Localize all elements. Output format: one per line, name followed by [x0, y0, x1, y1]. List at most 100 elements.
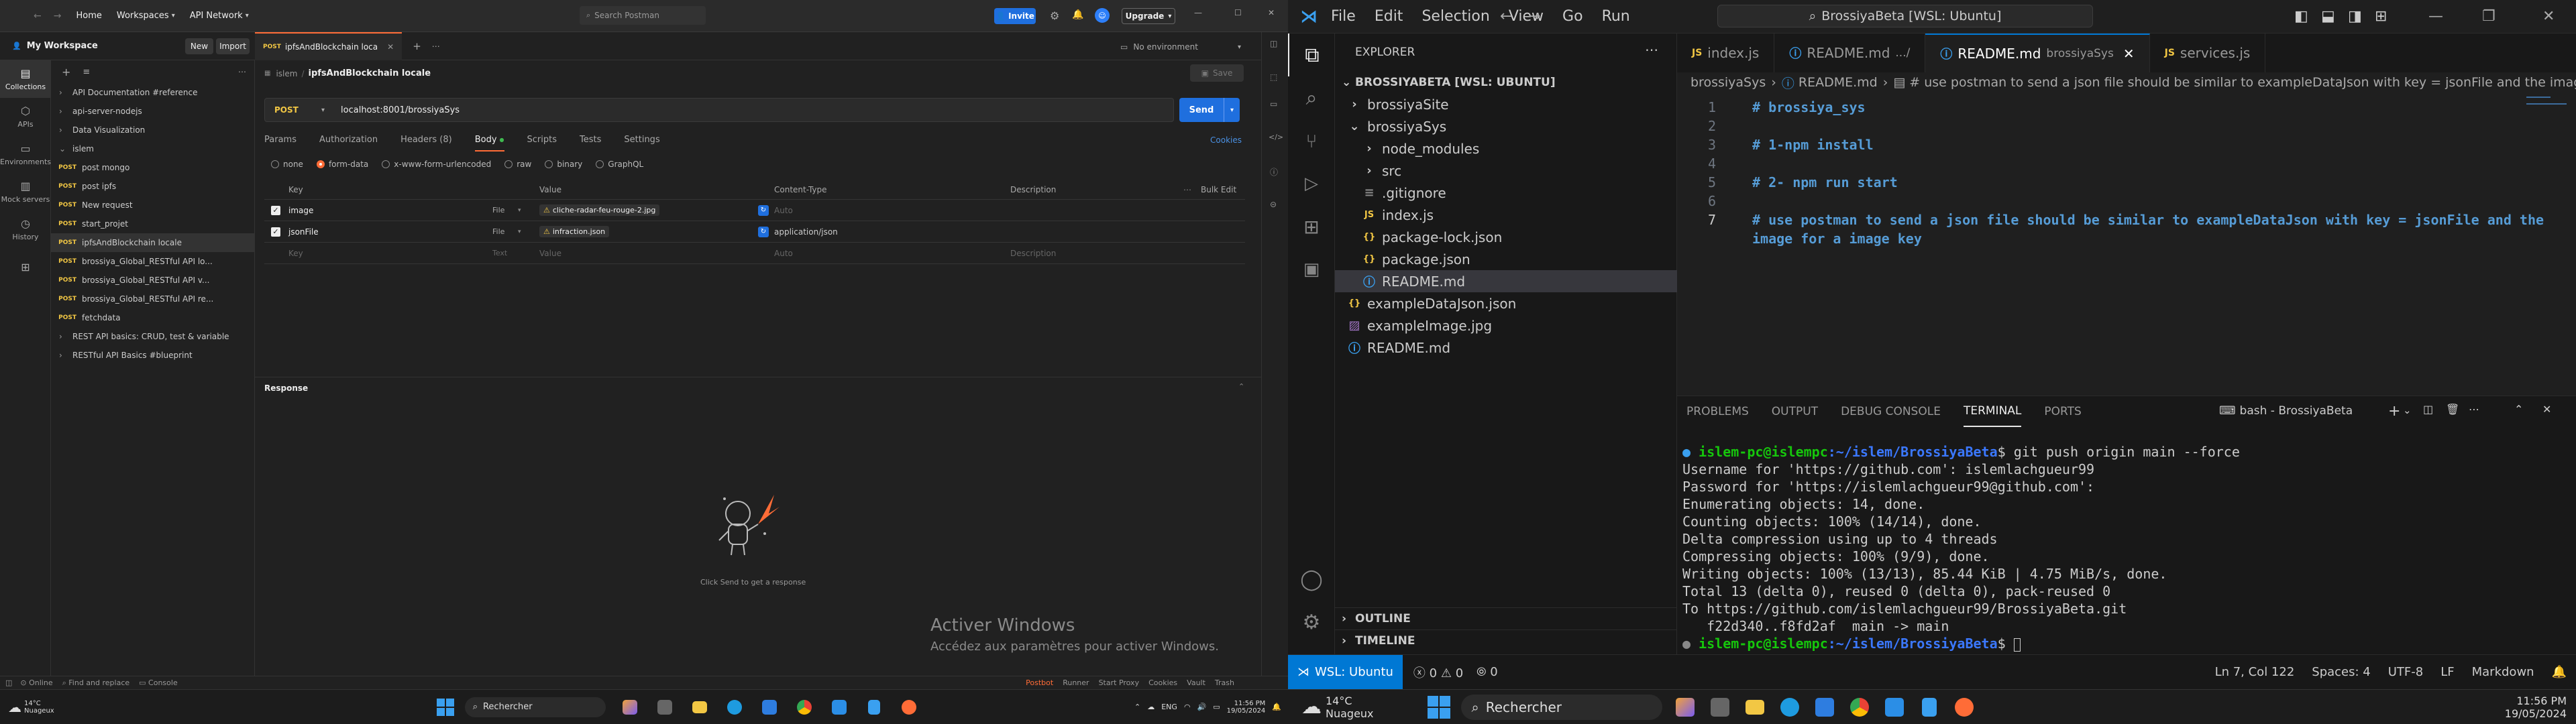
taskbar-app-taskview[interactable]: [650, 692, 680, 722]
collection-item[interactable]: › RESTful API Basics #blueprint: [51, 346, 254, 365]
find-replace[interactable]: ⌕ Find and replace: [62, 678, 130, 688]
request-item[interactable]: POST brossiya_Global_RESTful API lo...: [51, 252, 254, 271]
back-arrow-icon[interactable]: ←: [1500, 8, 1512, 25]
row-key[interactable]: image: [288, 206, 313, 215]
explorer-icon[interactable]: ⧉: [1288, 34, 1335, 76]
status-start-proxy[interactable]: Start Proxy: [1099, 678, 1140, 687]
forward-arrow-icon[interactable]: →: [1528, 8, 1540, 25]
wifi-icon[interactable]: ◠: [1184, 703, 1191, 711]
search-input[interactable]: ⌕ Search Postman: [580, 6, 706, 25]
breadcrumb-parent[interactable]: islem: [276, 69, 297, 78]
minimap[interactable]: [2516, 93, 2569, 133]
taskbar-app-edge[interactable]: [720, 692, 749, 722]
start-button[interactable]: [436, 698, 454, 716]
close-icon[interactable]: ✕: [2123, 46, 2135, 62]
terminal-output[interactable]: ● islem-pc@islempc:~/islem/BrossiyaBeta$…: [1682, 443, 2240, 652]
row-key-placeholder[interactable]: Key: [288, 249, 303, 258]
indentation[interactable]: Spaces: 4: [2312, 665, 2370, 679]
cookies-link[interactable]: Cookies: [1210, 135, 1242, 145]
explorer-item[interactable]: ⌄ brossiyaSys: [1335, 115, 1677, 137]
row-type-select[interactable]: Text: [492, 249, 507, 257]
taskbar-app-store[interactable]: [1810, 692, 1839, 722]
taskbar-app-explorer[interactable]: [1740, 692, 1770, 722]
clock[interactable]: 11:56 PM 19/05/2024: [1227, 700, 1266, 715]
more-icon[interactable]: ⋯: [238, 67, 246, 76]
request-item[interactable]: POST brossiya_Global_RESTful API v...: [51, 271, 254, 290]
tab-headers[interactable]: Headers (8): [400, 127, 452, 152]
new-button[interactable]: New: [185, 38, 213, 54]
invite-button[interactable]: 👤 Invite: [994, 8, 1036, 24]
terminal-selector[interactable]: ⌨ bash - BrossiyaBeta: [2219, 404, 2353, 418]
rail-apis[interactable]: ⬡ APIs: [0, 98, 51, 135]
rail-history[interactable]: ◷ History: [0, 210, 51, 248]
request-item[interactable]: POST New request: [51, 196, 254, 215]
taskbar-app-copilot[interactable]: [1670, 692, 1700, 722]
rail-environments[interactable]: ▭ Environments: [0, 135, 51, 173]
taskbar-app-vscode[interactable]: [1880, 692, 1909, 722]
forward-arrow-icon[interactable]: →: [54, 11, 62, 21]
tab-params[interactable]: Params: [264, 127, 297, 152]
rail-mock-servers[interactable]: ▥ Mock servers: [0, 173, 51, 210]
search-icon[interactable]: ⌕: [1288, 76, 1335, 119]
status-postbot[interactable]: Postbot: [1026, 678, 1053, 687]
panel-tab-terminal[interactable]: TERMINAL: [1963, 396, 2022, 427]
trash-icon[interactable]: 🗑: [2446, 403, 2459, 416]
plus-icon[interactable]: +: [413, 40, 421, 52]
row-checkbox[interactable]: ✓: [271, 205, 280, 215]
minimize-icon[interactable]: —: [1194, 8, 1202, 17]
start-button[interactable]: [1427, 695, 1450, 719]
code-line[interactable]: # use postman to send a json file should…: [1752, 212, 2544, 228]
avatar[interactable]: ☺: [1095, 8, 1110, 23]
outline-section[interactable]: › OUTLINE: [1335, 607, 1677, 629]
row-content-type-placeholder[interactable]: Auto: [774, 249, 793, 258]
row-type-select[interactable]: File: [492, 227, 504, 236]
code-line[interactable]: # 2- npm run start: [1752, 174, 1898, 190]
layout-icon[interactable]: ◫: [5, 678, 12, 687]
bell-icon[interactable]: 🔔: [1072, 9, 1083, 20]
back-arrow-icon[interactable]: ←: [34, 11, 42, 21]
language-indicator[interactable]: ENG: [1161, 703, 1177, 711]
radio-binary[interactable]: binary: [545, 160, 582, 169]
tab-tests[interactable]: Tests: [580, 127, 601, 152]
onedrive-icon[interactable]: ☁: [1147, 703, 1155, 711]
explorer-item[interactable]: {} package.json: [1335, 248, 1677, 270]
remote-explorer-icon[interactable]: ▣: [1288, 248, 1335, 291]
explorer-item[interactable]: {} package-lock.json: [1335, 226, 1677, 248]
volume-icon[interactable]: 🔊: [1197, 703, 1207, 711]
info-icon[interactable]: ⓘ: [1270, 166, 1278, 178]
explorer-item[interactable]: ▨ exampleImage.jpg: [1335, 314, 1677, 337]
code-line[interactable]: # brossiya_sys: [1752, 99, 1866, 115]
filter-icon[interactable]: ≡: [83, 67, 90, 77]
problems-indicator[interactable]: ⓧ 0 ⚠ 0: [1413, 664, 1463, 681]
toggle-panel-icon[interactable]: ⬓: [2321, 8, 2335, 25]
cursor-position[interactable]: Ln 7, Col 122: [2215, 665, 2295, 679]
taskbar-app-postman[interactable]: [1949, 692, 1979, 722]
clock[interactable]: 11:56 PM 19/05/2024: [2505, 695, 2567, 720]
collection-item[interactable]: › API Documentation #reference: [51, 83, 254, 102]
online-status[interactable]: ⊙ Online: [20, 678, 52, 687]
collection-item[interactable]: › api-server-nodejs: [51, 102, 254, 121]
gear-icon[interactable]: ⚙: [1288, 601, 1335, 644]
status-cookies[interactable]: Cookies: [1148, 678, 1177, 687]
code-line[interactable]: # 1-npm install: [1752, 137, 1874, 153]
panel-tab-debug-console[interactable]: DEBUG CONSOLE: [1841, 396, 1941, 427]
language-mode[interactable]: Markdown: [2472, 665, 2534, 679]
command-center[interactable]: ⌕ BrossiyaBeta [WSL: Ubuntu]: [1717, 5, 2093, 27]
panel-tab-output[interactable]: OUTPUT: [1772, 396, 1818, 427]
menu-selection[interactable]: Selection: [1421, 8, 1489, 25]
breadcrumb-folder[interactable]: brossiyaSys: [1690, 75, 1766, 90]
battery-icon[interactable]: ▭: [1213, 703, 1220, 711]
gear-icon[interactable]: ⚙: [1050, 9, 1059, 22]
nav-home[interactable]: Home: [76, 11, 101, 21]
taskbar-app-edge[interactable]: [1775, 692, 1805, 722]
taskbar-search[interactable]: ⌕ Rechercher: [1460, 694, 1662, 720]
remote-indicator[interactable]: ⋊ WSL: Ubuntu: [1288, 654, 1403, 690]
weather-widget[interactable]: ☁ 14°C Nuageux: [8, 699, 54, 715]
explorer-item[interactable]: {} exampleDataJson.json: [1335, 292, 1677, 314]
taskbar-app-store[interactable]: [755, 692, 784, 722]
toggle-sidebar-icon[interactable]: ◧: [2294, 8, 2308, 25]
chevron-up-icon[interactable]: ⌃: [1238, 382, 1244, 391]
radio-form-data[interactable]: form-data: [316, 160, 368, 169]
taskbar-app-explorer[interactable]: [685, 692, 714, 722]
status-runner[interactable]: Runner: [1063, 678, 1089, 687]
